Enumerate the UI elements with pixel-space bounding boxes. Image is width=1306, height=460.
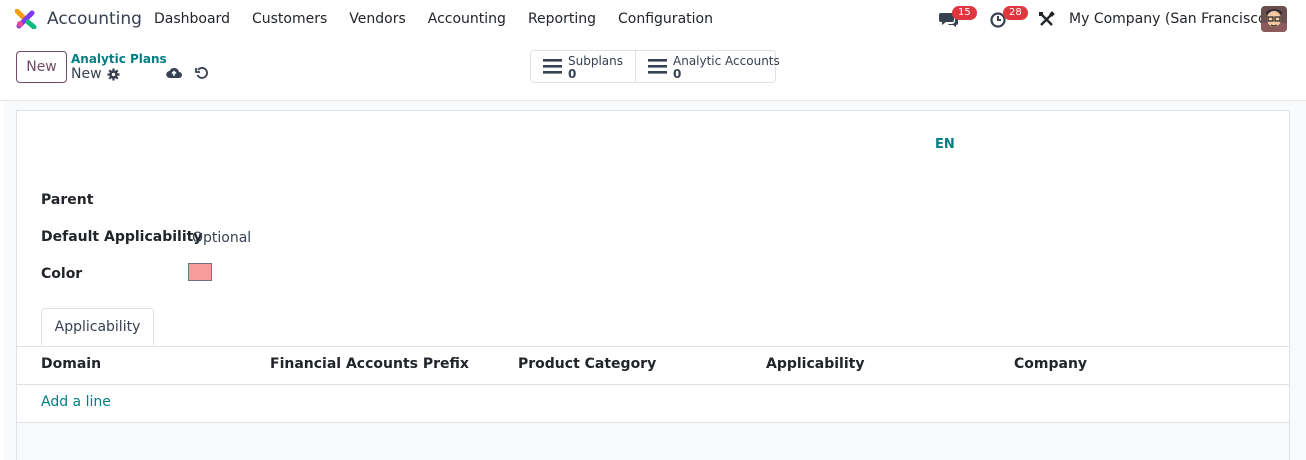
list-icon	[648, 59, 667, 74]
column-product-category[interactable]: Product Category	[518, 356, 656, 372]
column-domain[interactable]: Domain	[41, 356, 101, 372]
color-label: Color	[41, 266, 83, 282]
cloud-upload-icon[interactable]	[166, 66, 182, 80]
list-icon	[543, 59, 562, 74]
tab-applicability[interactable]: Applicability	[41, 308, 154, 346]
user-avatar-icon	[1261, 6, 1287, 32]
column-applicability[interactable]: Applicability	[766, 356, 864, 372]
subplans-label: Subplans	[568, 54, 624, 68]
menu-item-vendors[interactable]: Vendors	[349, 11, 405, 27]
new-button[interactable]: New	[16, 51, 67, 83]
tools-icon	[1039, 10, 1055, 26]
menu-item-configuration[interactable]: Configuration	[618, 11, 713, 27]
menu-item-dashboard[interactable]: Dashboard	[154, 11, 230, 27]
form-sheet: EN Parent Default Applicability Optional…	[16, 110, 1290, 460]
company-switcher[interactable]: My Company (San Francisco)	[1069, 11, 1272, 27]
gear-icon[interactable]	[107, 68, 120, 81]
analytic-accounts-smart-button[interactable]: Analytic Accounts 0	[635, 51, 780, 82]
analytic-accounts-count: 0	[673, 67, 682, 81]
discard-icon[interactable]	[195, 66, 209, 80]
default-applicability-select[interactable]: Optional	[192, 230, 251, 246]
user-avatar[interactable]	[1261, 6, 1287, 32]
breadcrumb-analytic-plans[interactable]: Analytic Plans	[71, 52, 167, 66]
subplans-smart-button[interactable]: Subplans 0	[531, 51, 635, 82]
tab-divider	[17, 346, 1289, 347]
messages-badge: 15	[952, 6, 977, 20]
menu-item-reporting[interactable]: Reporting	[528, 11, 596, 27]
main-menu: Dashboard Customers Vendors Accounting R…	[154, 11, 735, 27]
parent-label: Parent	[41, 192, 94, 208]
table-footer	[17, 423, 1289, 460]
debug-tools-button[interactable]	[1038, 8, 1055, 30]
subplans-count: 0	[568, 67, 577, 81]
analytic-accounts-label: Analytic Accounts	[673, 54, 780, 68]
activities-badge: 28	[1003, 6, 1028, 20]
column-company[interactable]: Company	[1014, 356, 1087, 372]
menu-item-customers[interactable]: Customers	[252, 11, 327, 27]
smart-buttons: Subplans 0 Analytic Accounts 0	[530, 50, 780, 83]
app-logo-icon[interactable]	[15, 9, 37, 29]
table-header-divider	[17, 384, 1289, 385]
language-button[interactable]: EN	[935, 137, 955, 152]
activities-button[interactable]: 28	[990, 6, 1028, 30]
record-name: New	[71, 66, 102, 82]
color-picker[interactable]	[188, 263, 212, 281]
default-applicability-label: Default Applicability	[41, 229, 203, 245]
add-a-line-link[interactable]: Add a line	[41, 394, 111, 410]
top-navbar: Accounting Dashboard Customers Vendors A…	[0, 0, 1306, 38]
messages-button[interactable]: 15	[939, 6, 977, 30]
menu-item-accounting[interactable]: Accounting	[428, 11, 506, 27]
app-name[interactable]: Accounting	[47, 9, 142, 29]
column-financial-accounts-prefix[interactable]: Financial Accounts Prefix	[270, 356, 469, 372]
